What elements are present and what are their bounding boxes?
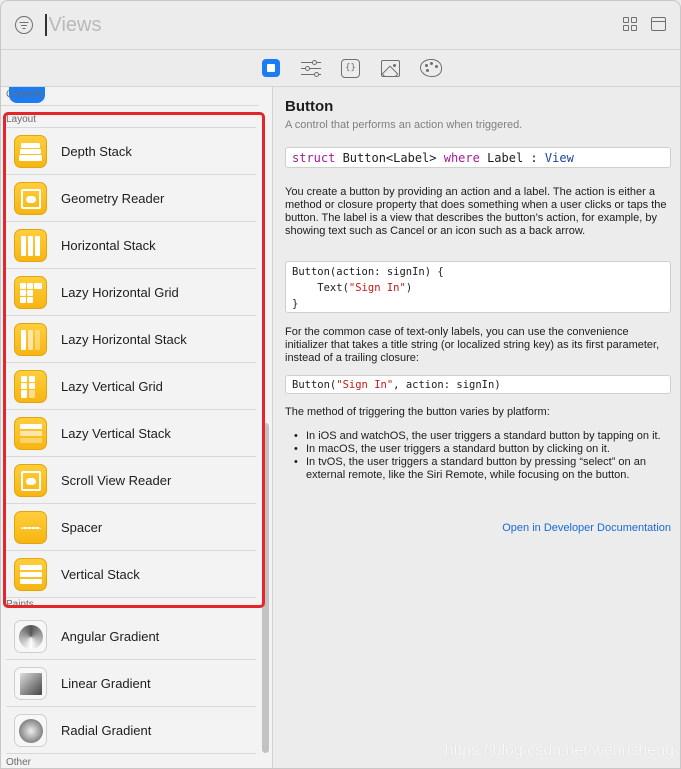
- keyword-where: where: [443, 151, 480, 165]
- code-line: Button(action: signIn) {: [292, 266, 444, 278]
- code-token: Text(: [292, 282, 349, 294]
- radial-gradient-icon: [14, 713, 47, 747]
- detail-pane: Button A control that performs an action…: [274, 87, 680, 768]
- list-item: In macOS, the user triggers a standard b…: [294, 443, 674, 456]
- code-line: Text("Sign In"): [292, 280, 664, 296]
- code-token: Button(: [292, 379, 337, 391]
- sidebar-item-label: Lazy Vertical Grid: [61, 378, 163, 394]
- list-item: In iOS and watchOS, the user triggers a …: [294, 430, 674, 443]
- sidebar-item-angular-gradient[interactable]: Angular Gradient: [6, 613, 256, 660]
- sidebar-scrollbar[interactable]: [259, 87, 271, 768]
- detail-subtitle: A control that performs an action when t…: [285, 119, 523, 131]
- modifiers-icon: [300, 60, 321, 77]
- search-bar: [1, 1, 680, 49]
- section-label-controls: Controls: [6, 89, 44, 100]
- section-label-layout: Layout: [6, 114, 37, 125]
- lazy-vertical-grid-icon: [14, 369, 47, 403]
- tab-media[interactable]: [380, 58, 402, 78]
- snippets-icon: {}: [341, 58, 360, 78]
- tab-colors[interactable]: [419, 58, 442, 78]
- sidebar-item-radial-gradient[interactable]: Radial Gradient: [6, 707, 256, 754]
- linear-gradient-icon: [14, 666, 47, 700]
- lazy-horizontal-grid-icon: [14, 275, 47, 309]
- scroll-view-reader-icon: [14, 463, 47, 497]
- sidebar-item-label: Angular Gradient: [61, 628, 160, 644]
- lazy-horizontal-stack-icon: [14, 322, 47, 356]
- media-icon: [381, 59, 400, 77]
- platform-paragraph: The method of triggering the button vari…: [285, 406, 550, 418]
- section-label-paints: Paints: [6, 599, 34, 610]
- views-icon: [261, 59, 280, 77]
- declaration-box: struct Button<Label> where Label : View: [285, 147, 671, 168]
- sidebar-item-label: Radial Gradient: [61, 722, 152, 738]
- code-string: "Sign In": [336, 379, 394, 391]
- sidebar-item-label: Scroll View Reader: [61, 472, 172, 488]
- sidebar-item-label: Lazy Horizontal Grid: [61, 284, 179, 300]
- sidebar-item-label: Linear Gradient: [61, 675, 151, 691]
- sidebar-item-lazy-vertical-stack[interactable]: Lazy Vertical Stack: [6, 410, 256, 457]
- horizontal-stack-icon: [14, 228, 47, 262]
- section-divider: [1, 105, 259, 106]
- vertical-stack-icon: [14, 557, 47, 591]
- sidebar-item-label: Spacer: [61, 519, 103, 535]
- sidebar-item-spacer[interactable]: Spacer: [6, 504, 256, 551]
- code-token: , action: signIn): [393, 379, 501, 391]
- convenience-paragraph: For the common case of text-only labels,…: [285, 326, 660, 364]
- library-tabbar: {}: [1, 50, 680, 86]
- sidebar-item-label: Depth Stack: [61, 143, 132, 159]
- sidebar-item-label: Horizontal Stack: [61, 237, 156, 253]
- grid-view-icon[interactable]: [623, 17, 637, 31]
- platform-list: In iOS and watchOS, the user triggers a …: [294, 430, 674, 482]
- text-caret: [45, 14, 47, 36]
- section-label-other: Other: [6, 757, 32, 768]
- sidebar-item-geometry-reader[interactable]: Geometry Reader: [6, 175, 256, 222]
- depth-stack-icon: [14, 134, 47, 168]
- open-documentation-link[interactable]: Open in Developer Documentation: [502, 522, 671, 534]
- code-line: }: [292, 298, 299, 310]
- description-paragraph: You create a button by providing an acti…: [285, 186, 667, 237]
- protocol-view: View: [544, 151, 574, 165]
- code-token: ): [405, 282, 413, 294]
- sidebar-item-scroll-view-reader[interactable]: Scroll View Reader: [6, 457, 256, 504]
- angular-gradient-icon: [14, 619, 47, 653]
- detail-title: Button: [285, 98, 334, 115]
- sidebar-item-vertical-stack[interactable]: Vertical Stack: [6, 551, 256, 598]
- lazy-vertical-stack-icon: [14, 416, 47, 450]
- sidebar-item-label: Geometry Reader: [61, 190, 165, 206]
- library-sidebar: Controls Layout Depth Stack Geometry Read…: [1, 87, 273, 768]
- spacer-icon: [14, 510, 47, 544]
- sidebar-item-label: Lazy Vertical Stack: [61, 425, 171, 441]
- geometry-reader-icon: [14, 181, 47, 215]
- type-signature: Button<Label>: [335, 151, 444, 165]
- sidebar-item-linear-gradient[interactable]: Linear Gradient: [6, 660, 256, 707]
- scrollbar-thumb[interactable]: [262, 423, 269, 753]
- filter-icon[interactable]: [15, 16, 33, 34]
- list-item: In tvOS, the user triggers a standard bu…: [294, 456, 674, 482]
- sidebar-item-horizontal-stack[interactable]: Horizontal Stack: [6, 222, 256, 269]
- colors-icon: [419, 59, 442, 77]
- sidebar-item-lazy-horizontal-stack[interactable]: Lazy Horizontal Stack: [6, 316, 256, 363]
- sidebar-item-lazy-vertical-grid[interactable]: Lazy Vertical Grid: [6, 363, 256, 410]
- watermark: https://blog.csdn.net/wenrisheng: [444, 742, 674, 759]
- tab-snippets[interactable]: {}: [340, 58, 362, 78]
- code-example-1: Button(action: signIn) { Text("Sign In")…: [285, 261, 671, 313]
- code-string: "Sign In": [348, 282, 406, 294]
- sidebar-item-label: Lazy Horizontal Stack: [61, 331, 187, 347]
- tab-modifiers[interactable]: [300, 58, 322, 78]
- sidebar-item-lazy-horizontal-grid[interactable]: Lazy Horizontal Grid: [6, 269, 256, 316]
- tab-views[interactable]: [260, 58, 282, 78]
- search-input[interactable]: [48, 13, 569, 37]
- sidebar-item-depth-stack[interactable]: Depth Stack: [6, 128, 256, 175]
- constraint: Label :: [479, 151, 545, 165]
- window-toggle-icon[interactable]: [651, 17, 666, 31]
- keyword-struct: struct: [292, 151, 336, 165]
- library-window: {} Controls Layout Depth Stack Geometry R…: [0, 0, 681, 769]
- sidebar-item-label: Vertical Stack: [61, 566, 140, 582]
- code-example-2: Button("Sign In", action: signIn): [285, 375, 671, 394]
